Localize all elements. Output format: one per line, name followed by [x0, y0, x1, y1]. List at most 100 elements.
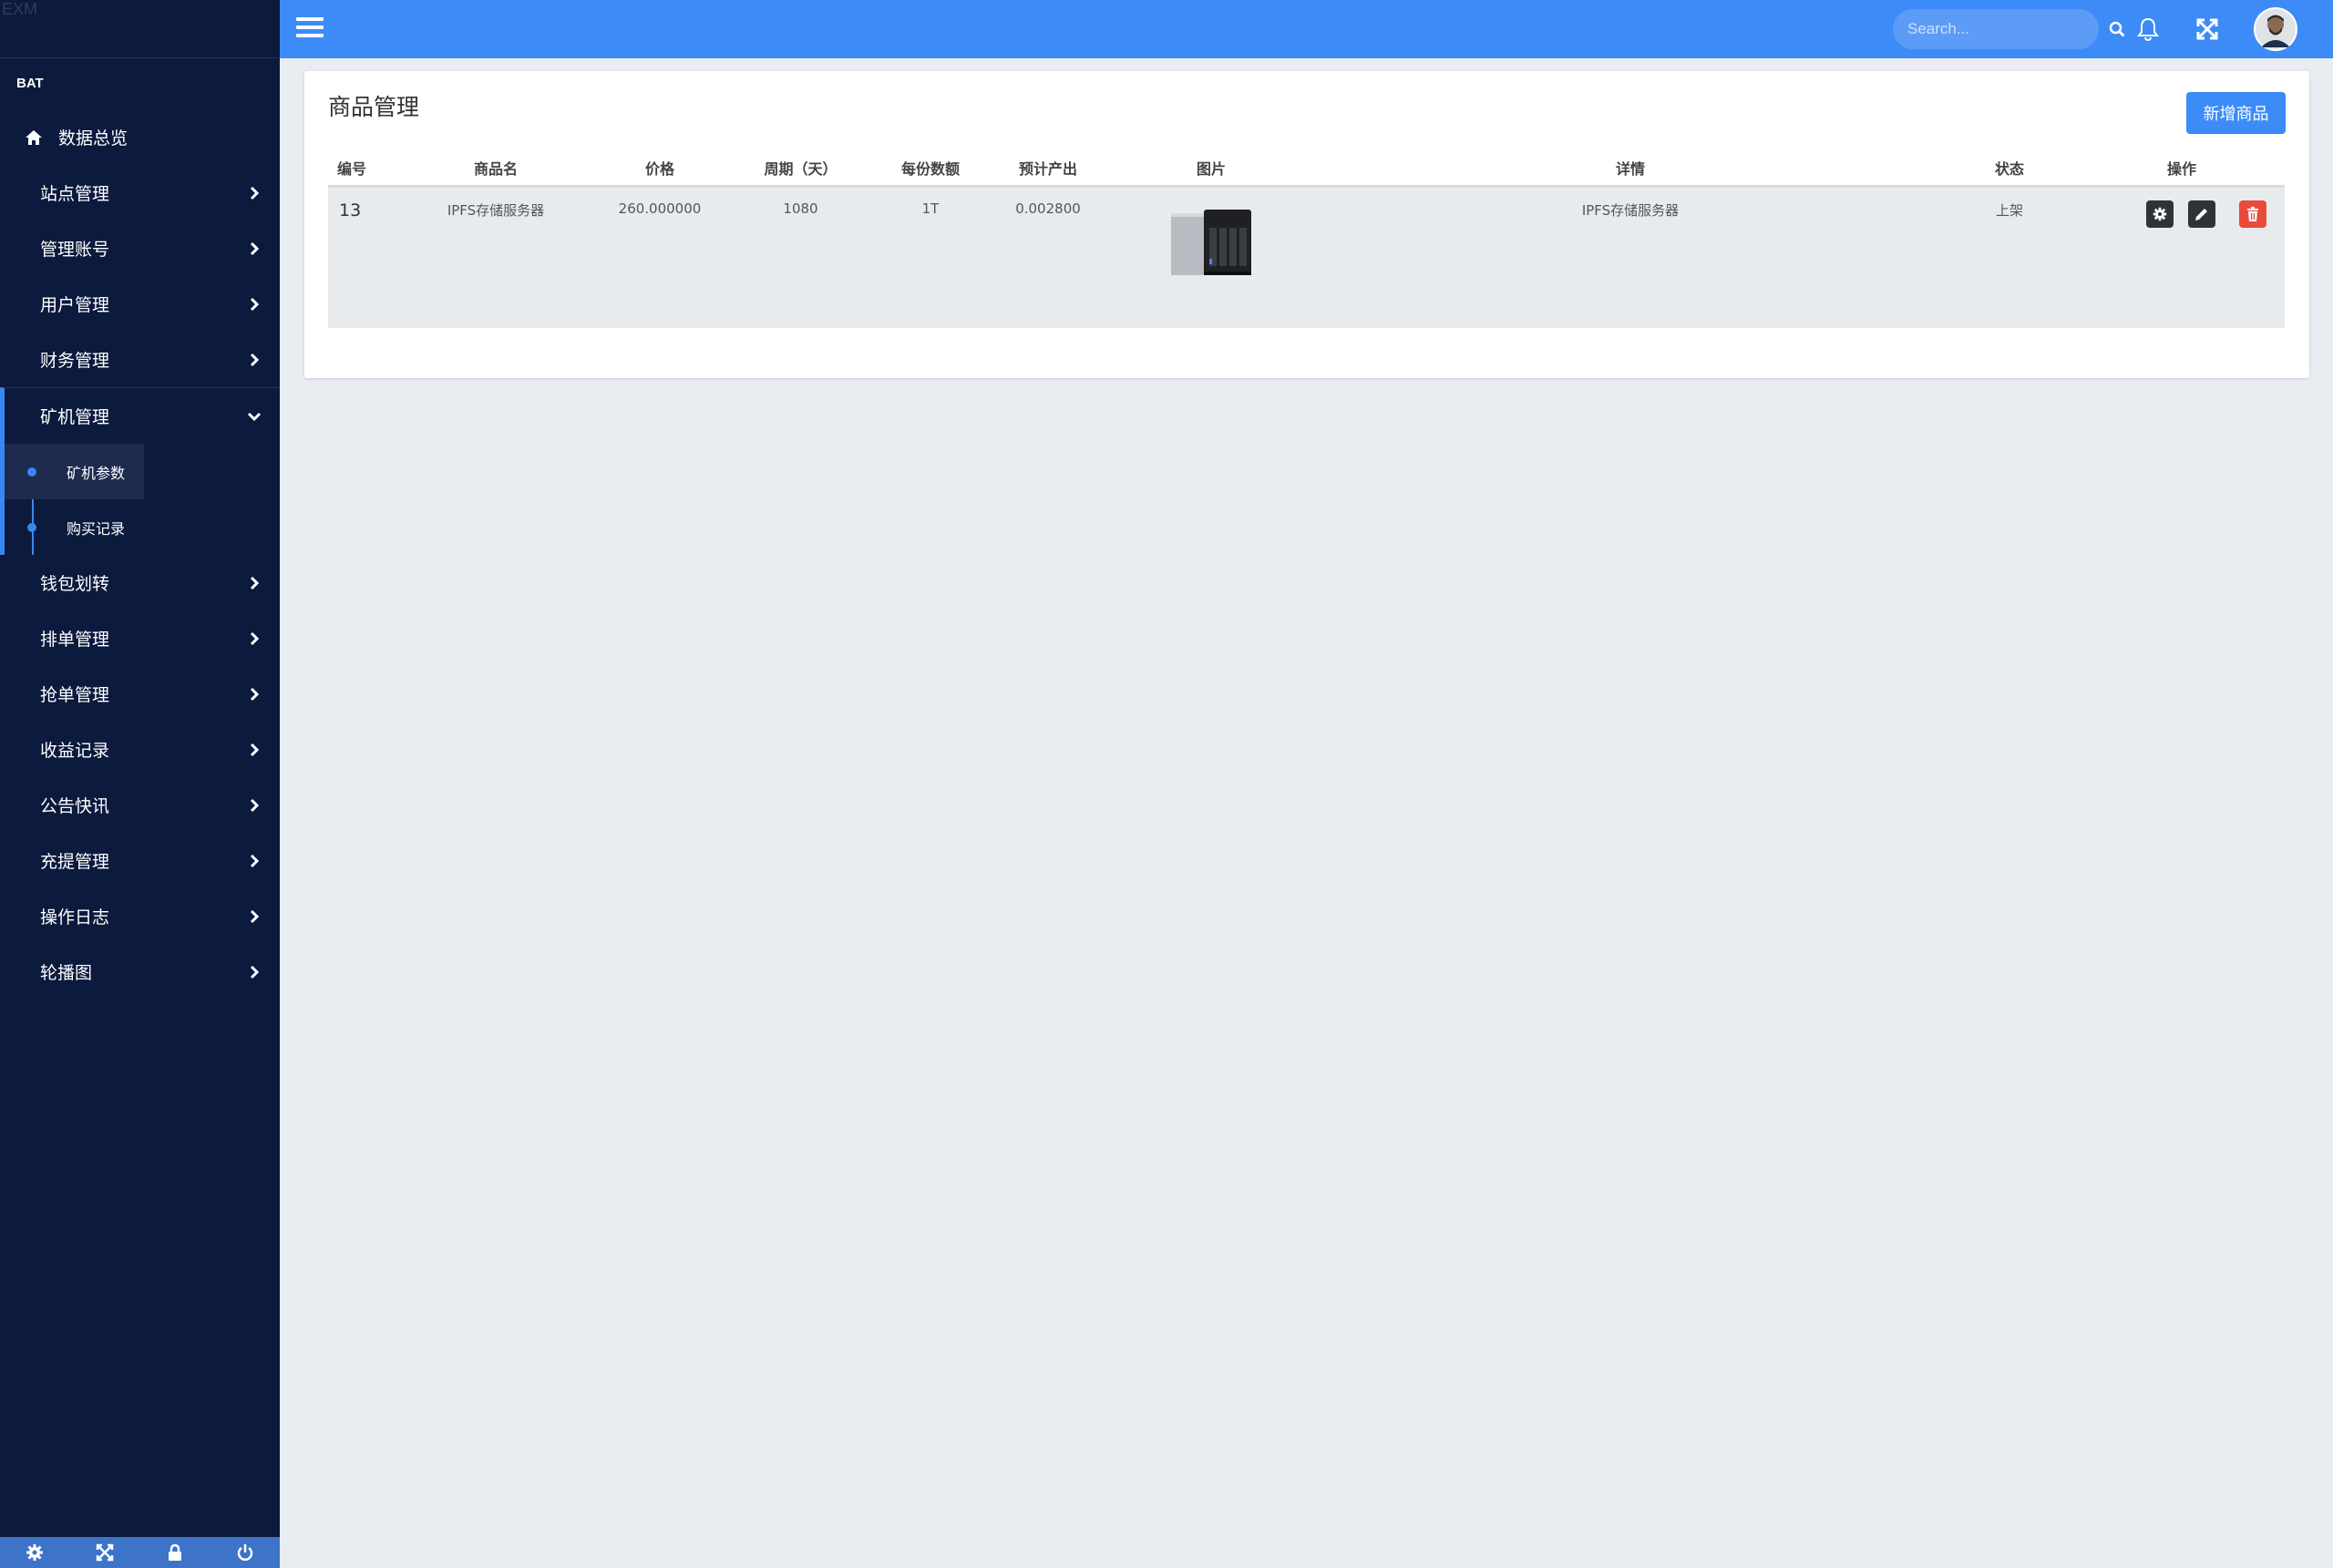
cell-detail: IPFS存储服务器 — [1321, 186, 1940, 328]
chevron-right-icon — [247, 965, 262, 979]
search-input[interactable] — [1907, 20, 2109, 38]
sidebar-item-label: 用户管理 — [40, 295, 110, 315]
sidebar-item-label: 矿机管理 — [40, 407, 110, 427]
sidebar-subitem-label: 购买记录 — [67, 519, 126, 538]
user-avatar[interactable] — [2254, 7, 2297, 51]
sidebar-item-label: 充提管理 — [40, 852, 110, 872]
topbar — [280, 0, 2333, 58]
sidebar-item-wallet-transfer[interactable]: 钱包划转 — [0, 555, 280, 610]
sidebar-item-users[interactable]: 用户管理 — [0, 276, 280, 332]
chevron-right-icon — [247, 631, 262, 646]
page-title: 商品管理 — [328, 94, 420, 120]
home-icon — [24, 128, 44, 148]
lock-icon[interactable] — [164, 1542, 186, 1563]
chevron-down-icon — [247, 409, 262, 424]
sidebar-item-dashboard[interactable]: 数据总览 — [0, 109, 280, 165]
sidebar-item-announcements[interactable]: 公告快讯 — [0, 777, 280, 833]
cell-actions — [2079, 186, 2285, 328]
chevron-right-icon — [247, 186, 262, 200]
sidebar-item-deposits[interactable]: 充提管理 — [0, 833, 280, 888]
gear-icon — [2153, 207, 2167, 220]
cell-image — [1102, 186, 1321, 328]
bullet-dot — [27, 523, 36, 532]
chevron-right-icon — [247, 297, 262, 312]
fullscreen-icon[interactable] — [2193, 15, 2222, 44]
chevron-right-icon — [247, 576, 262, 590]
settings-button[interactable] — [2146, 200, 2174, 228]
sidebar-item-label: 操作日志 — [40, 907, 110, 927]
column-header-image: 图片 — [1102, 151, 1321, 188]
column-header-name: 商品名 — [406, 151, 585, 188]
chevron-right-icon — [247, 353, 262, 367]
search-icon[interactable] — [2109, 20, 2125, 38]
sidebar-item-label: 轮播图 — [40, 963, 93, 983]
search-box — [1893, 9, 2125, 49]
sidebar-item-site[interactable]: 站点管理 — [0, 165, 280, 220]
cell-output: 0.002800 — [994, 186, 1102, 328]
cell-price: 260.000000 — [585, 186, 735, 328]
chevron-right-icon — [247, 909, 262, 924]
sidebar-footer — [0, 1537, 280, 1568]
cell-name: IPFS存储服务器 — [406, 186, 585, 328]
sidebar-item-label: 管理账号 — [40, 240, 110, 260]
chevron-right-icon — [247, 241, 262, 256]
sidebar-item-grab-orders[interactable]: 抢单管理 — [0, 666, 280, 722]
sidebar: EXM BAT 数据总览 站点管理 管理账号 用户管理 财务管理 矿机管理 矿机… — [0, 0, 280, 1568]
sidebar-item-label: 公告快讯 — [40, 796, 110, 816]
logo-area: EXM — [0, 0, 280, 58]
product-management-card: 商品管理 新增商品 编号 商品名 价格 周期（天） 每份数额 预计产出 图片 详… — [304, 71, 2309, 378]
column-header-detail: 详情 — [1321, 151, 1940, 188]
trash-icon — [2247, 206, 2258, 221]
submenu: 矿机参数 购买记录 — [5, 444, 280, 555]
add-product-button[interactable]: 新增商品 — [2186, 92, 2286, 134]
column-header-actions: 操作 — [2079, 151, 2285, 188]
sidebar-item-label: 数据总览 — [58, 128, 128, 149]
sidebar-item-earnings[interactable]: 收益记录 — [0, 722, 280, 777]
table-row: 13 IPFS存储服务器 260.000000 1080 1T 0.002800 — [328, 186, 2285, 328]
sidebar-subitem-label: 矿机参数 — [67, 464, 126, 482]
sidebar-item-label: 抢单管理 — [40, 685, 110, 705]
sidebar-item-admin-accounts[interactable]: 管理账号 — [0, 220, 280, 276]
power-icon[interactable] — [234, 1542, 256, 1563]
chevron-right-icon — [247, 798, 262, 813]
pencil-icon — [2195, 208, 2207, 220]
sidebar-item-label: 站点管理 — [40, 184, 110, 204]
cell-id: 13 — [328, 186, 406, 328]
sidebar-subitem-purchase-records[interactable]: 购买记录 — [5, 499, 280, 555]
products-table: 编号 商品名 价格 周期（天） 每份数额 预计产出 图片 详情 状态 操作 13… — [328, 151, 2285, 328]
sidebar-subitem-miner-params[interactable]: 矿机参数 — [5, 444, 144, 499]
brand-name: BAT — [16, 76, 44, 91]
expand-icon[interactable] — [94, 1542, 116, 1563]
sidebar-item-carousel[interactable]: 轮播图 — [0, 944, 280, 999]
delete-button[interactable] — [2239, 200, 2266, 228]
hamburger-menu-icon[interactable] — [296, 15, 325, 44]
column-header-id: 编号 — [328, 151, 406, 188]
chevron-right-icon — [247, 854, 262, 868]
chevron-right-icon — [247, 687, 262, 702]
bell-icon[interactable] — [2133, 15, 2163, 44]
column-header-price: 价格 — [585, 151, 735, 188]
sidebar-item-label: 钱包划转 — [40, 574, 110, 594]
sidebar-item-label: 排单管理 — [40, 630, 110, 650]
sidebar-item-label: 财务管理 — [40, 351, 110, 371]
table-header-row: 编号 商品名 价格 周期（天） 每份数额 预计产出 图片 详情 状态 操作 — [328, 151, 2285, 188]
sidebar-group-miners: 矿机管理 矿机参数 购买记录 — [0, 387, 280, 555]
sidebar-item-finance[interactable]: 财务管理 — [0, 332, 280, 387]
edit-button[interactable] — [2188, 200, 2215, 228]
chevron-right-icon — [247, 743, 262, 757]
gear-icon[interactable] — [24, 1542, 46, 1563]
product-image — [1167, 208, 1255, 281]
cell-status: 上架 — [1940, 186, 2079, 328]
bullet-dot — [27, 467, 36, 477]
cell-amount: 1T — [867, 186, 994, 328]
column-header-output: 预计产出 — [994, 151, 1102, 188]
sidebar-item-label: 收益记录 — [40, 741, 110, 761]
column-header-period: 周期（天） — [735, 151, 867, 188]
logo-text: EXM — [2, 0, 38, 18]
sidebar-item-miners[interactable]: 矿机管理 — [5, 388, 280, 444]
column-header-status: 状态 — [1940, 151, 2079, 188]
sidebar-item-logs[interactable]: 操作日志 — [0, 888, 280, 944]
sidebar-item-queue[interactable]: 排单管理 — [0, 610, 280, 666]
column-header-amount: 每份数额 — [867, 151, 994, 188]
cell-period: 1080 — [735, 186, 867, 328]
